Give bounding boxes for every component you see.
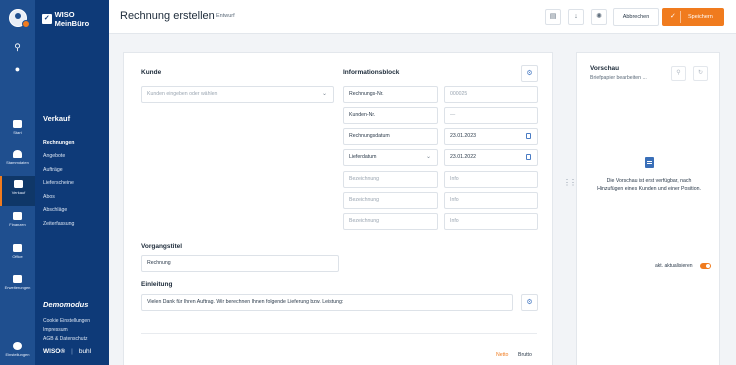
preview-message: Die Vorschau ist erst verfügbar, nach Hi… (597, 178, 701, 192)
app-logo[interactable]: ✓ WISO MeinBüro (42, 10, 109, 28)
panel-resize-handle[interactable]: ⋮⋮ (563, 178, 577, 187)
nav-item-zeiterfassung[interactable]: Zeiterfassung (43, 221, 74, 227)
zoom-icon[interactable]: ⚲ (671, 66, 686, 81)
customer-number-label: Kunden-Nr. (343, 107, 438, 124)
notification-badge (22, 20, 30, 28)
invoice-date-field[interactable]: 23.01.2023 (444, 128, 538, 145)
chevron-down-icon: ⌄ (321, 91, 327, 97)
document-icon (645, 157, 654, 168)
preview-title: Vorschau (590, 65, 620, 72)
demo-mode-label: Demomodus (43, 300, 89, 309)
calendar-icon[interactable] (526, 154, 531, 160)
save-button[interactable]: ✓ Speichern (662, 8, 724, 26)
customer-number-field[interactable]: — (444, 107, 538, 124)
wiso-brand: WISO® (43, 348, 66, 355)
customer-select[interactable]: Kunden eingeben oder wählen ⌄ (141, 86, 334, 103)
custom-info-field-3[interactable]: Info (444, 213, 538, 230)
nav-item-angebote[interactable]: Angebote (43, 153, 65, 159)
invoice-form-card: Kunde Kunden eingeben oder wählen ⌄ Info… (123, 52, 553, 365)
custom-label-field-3[interactable]: Bezeichnung (343, 213, 438, 230)
people-icon (13, 150, 22, 158)
brand-separator: | (71, 348, 73, 355)
delivery-date-field[interactable]: 23.01.2022 (444, 149, 538, 166)
info-block-settings-icon[interactable]: ⚙ (521, 65, 538, 82)
cancel-button[interactable]: Abbrechen (613, 8, 659, 26)
brand-footer: WISO® | buhl (43, 348, 91, 355)
invoice-number-label: Rechnungs-Nr. (343, 86, 438, 103)
info-block-label: Informationsblock (343, 69, 400, 76)
calendar-icon[interactable] (526, 133, 531, 139)
nav-item-abos[interactable]: Abos (43, 194, 55, 200)
grid-icon (13, 275, 22, 283)
rail-item-erweiterungen[interactable]: Erweiterungen (0, 271, 35, 301)
vorgangstitel-label: Vorgangstitel (141, 243, 183, 250)
brutto-toggle[interactable]: Brutto (518, 352, 532, 358)
rail-item-verkauf[interactable]: Verkauf (0, 176, 35, 206)
check-icon: ✓ (670, 13, 676, 20)
auto-update-label: akt. aktualisieren (655, 263, 693, 269)
invoice-number-field[interactable]: 000025 (444, 86, 538, 103)
bank-icon (13, 212, 22, 220)
search-icon[interactable]: ⚲ (0, 42, 35, 53)
vorgangstitel-input[interactable]: Rechnung (141, 255, 339, 272)
impressum-link[interactable]: Impressum (43, 327, 68, 333)
divider (141, 333, 537, 334)
nav-heading: Verkauf (43, 114, 71, 123)
nav-item-abschlaege[interactable]: Abschläge (43, 207, 67, 213)
custom-info-field-2[interactable]: Info (444, 192, 538, 209)
pdf-icon[interactable]: ▤ (545, 9, 561, 25)
rail-item-start[interactable]: Start (0, 116, 35, 146)
refresh-icon[interactable]: ↻ (693, 66, 708, 81)
einleitung-input[interactable]: Vielen Dank für Ihren Auftrag. Wir berec… (141, 294, 513, 311)
nav-panel: ✓ WISO MeinBüro Verkauf Rechnungen Angeb… (35, 0, 109, 365)
bell-icon[interactable]: ● (0, 64, 35, 74)
status-badge: Entwurf (216, 13, 235, 19)
custom-label-field-2[interactable]: Bezeichnung (343, 192, 438, 209)
top-bar: Rechnung erstellen Entwurf ▤ ↓ ✺ Abbrech… (109, 0, 736, 34)
button-divider (680, 11, 681, 23)
preview-panel: Vorschau Briefpapier bearbeiten ... ⚲ ↻ … (576, 52, 720, 365)
nav-item-rechnungen[interactable]: Rechnungen (43, 140, 74, 146)
invoice-date-label: Rechnungsdatum (343, 128, 438, 145)
einleitung-settings-icon[interactable]: ⚙ (521, 294, 538, 311)
nav-item-lieferscheine[interactable]: Lieferscheine (43, 180, 74, 186)
rail-item-office[interactable]: Office (0, 240, 35, 270)
rail-item-stammdaten[interactable]: Stammdaten (0, 146, 35, 176)
auto-update-toggle[interactable] (700, 263, 711, 269)
custom-info-field-1[interactable]: Info (444, 171, 538, 188)
icon-rail: ⚲ ● Start Stammdaten Verkauf Finanzen Of… (0, 0, 35, 365)
logo-icon: ✓ (42, 14, 52, 24)
file-icon (13, 244, 22, 252)
custom-label-field-1[interactable]: Bezeichnung (343, 171, 438, 188)
nav-item-auftraege[interactable]: Aufträge (43, 167, 63, 173)
gear-icon (13, 342, 22, 350)
save-button-label: Speichern (688, 14, 713, 20)
download-icon[interactable]: ↓ (568, 9, 584, 25)
rail-item-finanzen[interactable]: Finanzen (0, 208, 35, 238)
delivery-date-type-select[interactable]: Lieferdatum ⌄ (343, 149, 438, 166)
user-avatar[interactable] (9, 9, 30, 28)
settings-icon[interactable]: ✺ (591, 9, 607, 25)
home-icon (13, 120, 22, 128)
cookie-settings-link[interactable]: Cookie Einstellungen (43, 318, 90, 324)
page-title: Rechnung erstellen (120, 10, 215, 22)
agb-link[interactable]: AGB & Datenschutz (43, 336, 87, 342)
kunde-label: Kunde (141, 69, 162, 76)
document-icon (14, 180, 23, 188)
edit-letterhead-link[interactable]: Briefpapier bearbeiten ... (590, 75, 647, 81)
rail-item-einstellungen[interactable]: Einstellungen (0, 338, 35, 365)
netto-toggle[interactable]: Netto (496, 352, 508, 358)
buhl-brand: buhl (78, 348, 92, 355)
einleitung-label: Einleitung (141, 281, 173, 288)
chevron-down-icon: ⌄ (425, 154, 431, 160)
